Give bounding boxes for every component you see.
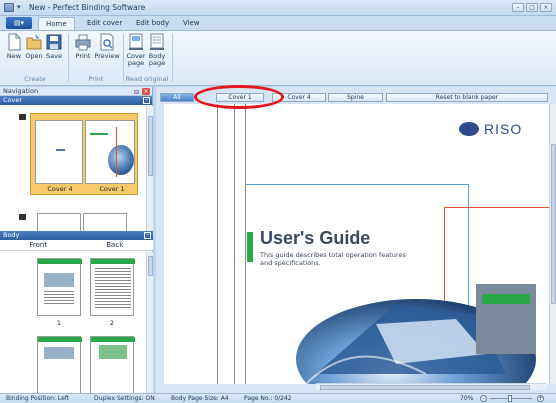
cover-heading: User's Guide [260,228,371,248]
cover-4-thumbnail[interactable] [35,120,83,184]
back-column-header: Back [106,241,124,249]
cover-preview-paper[interactable]: RISO User's Guide This guide describes t… [164,104,549,384]
cover-3-thumbnail[interactable] [83,213,127,231]
printer-icon [75,33,91,51]
tab-edit-cover[interactable]: Edit cover [80,17,129,30]
body-page-4-thumbnail[interactable] [90,336,135,393]
body-scrollbar[interactable] [146,252,153,393]
zoom-out-button[interactable]: – [480,395,487,402]
tab-home[interactable]: Home [38,17,75,30]
group-label-read-original: Read original [125,75,169,83]
navigation-header: Navigation ⊟ × [0,87,152,96]
scan-cover-icon [128,33,144,51]
cover-thumbnails: Cover 4 Cover 1 [0,106,153,231]
green-accent-bar [247,232,253,262]
print-preview-icon [99,33,115,51]
body-page-2-thumbnail[interactable] [90,258,135,316]
open-button[interactable]: Open [23,33,45,60]
body-page-2-label: 2 [109,319,115,327]
body-section-header[interactable]: Body – [0,231,153,240]
group-label-print: Print [88,75,104,83]
tab-view[interactable]: View [176,17,207,30]
riso-logo-icon [459,122,479,136]
cover-2-thumbnail[interactable] [37,213,81,231]
navigation-close-button[interactable]: × [142,88,150,95]
zoom-level: 70% [460,395,474,402]
all-button[interactable]: All [160,93,194,102]
cover-subtitle-line1: This guide describes total operation fea… [260,251,406,259]
app-icon[interactable] [4,3,14,12]
body-page-button[interactable]: Body page [147,33,167,67]
save-disk-icon [46,33,62,51]
scan-body-icon [149,33,165,51]
zoom-slider-handle[interactable] [508,395,512,402]
save-button[interactable]: Save [43,33,65,60]
window-controls: – □ × [512,3,552,12]
cover-4-label: Cover 4 [47,185,73,193]
cover-spread-thumbnail[interactable]: Cover 4 Cover 1 [30,113,138,195]
cover-image-thumb [108,145,134,175]
zoom-in-button[interactable]: + [537,395,544,402]
maximize-button[interactable]: □ [526,3,538,12]
front-column-header: Front [29,241,48,249]
cover-marker-icon [19,114,26,120]
binding-position-status: Binding Position: Left [6,395,70,402]
body-page-1-thumbnail[interactable] [37,258,82,316]
title-bar: ▾ New - Perfect Binding Software – □ × [0,0,556,16]
spine-button[interactable]: Spine [328,93,383,102]
new-button[interactable]: New [3,33,25,60]
minimize-button[interactable]: – [512,3,524,12]
body-thumbnails: 1 2 [0,252,146,393]
body-page-3-thumbnail[interactable] [37,336,82,393]
window-title: New - Perfect Binding Software [29,3,146,12]
cover-marker-icon-2 [19,214,26,220]
cover-scrollbar[interactable] [146,106,153,231]
navigation-pane: Navigation ⊟ × Cover – Cover 4 Cover 1 B… [0,87,153,393]
body-page-size-status: Body Page Size: A4 [171,395,229,402]
main-canvas: All Cover 1 Cover 4 Spine Reset to blank… [156,85,556,393]
body-page-1-label: 1 [56,319,62,327]
body-section: Body – Front Back [0,231,153,251]
cover-1-label: Cover 1 [99,185,125,193]
duplex-status: Duplex Settings: ON [94,395,155,402]
preview-button[interactable]: Preview [94,33,120,60]
ribbon-tabs: ▤▾ Home Edit cover Edit body View [0,16,556,30]
canvas-vertical-scrollbar[interactable] [549,104,556,384]
page-number-status: Page No.: 0/242 [244,395,292,402]
brand-name: RISO [484,121,523,137]
printer-illustration [296,284,536,384]
reset-blank-paper-button[interactable]: Reset to blank paper [386,93,548,102]
collapse-body-icon[interactable]: – [144,232,151,239]
collapse-cover-icon[interactable]: – [143,97,150,104]
print-button[interactable]: Print [72,33,94,60]
cover-page-button[interactable]: Cover page [126,33,146,67]
status-bar: Binding Position: Left Duplex Settings: … [0,393,556,403]
cover-design: RISO User's Guide This guide describes t… [246,104,549,384]
open-folder-icon [26,33,42,51]
tab-edit-body[interactable]: Edit body [129,17,176,30]
canvas-horizontal-scrollbar[interactable] [316,383,546,390]
application-menu-button[interactable]: ▤▾ [6,17,32,29]
new-document-icon [6,33,22,51]
body-column-headers: Front Back [0,240,153,251]
close-button[interactable]: × [540,3,552,12]
quick-access-dropdown[interactable]: ▾ [17,3,21,11]
group-label-create: Create [24,75,46,83]
cover-1-highlight [194,85,284,109]
ribbon-panel: New Open Save Create Print Preview Print… [0,30,556,86]
riso-logo-icon [56,149,65,151]
cover-1-thumbnail[interactable] [85,120,135,184]
cover-section-header[interactable]: Cover – [0,96,152,105]
